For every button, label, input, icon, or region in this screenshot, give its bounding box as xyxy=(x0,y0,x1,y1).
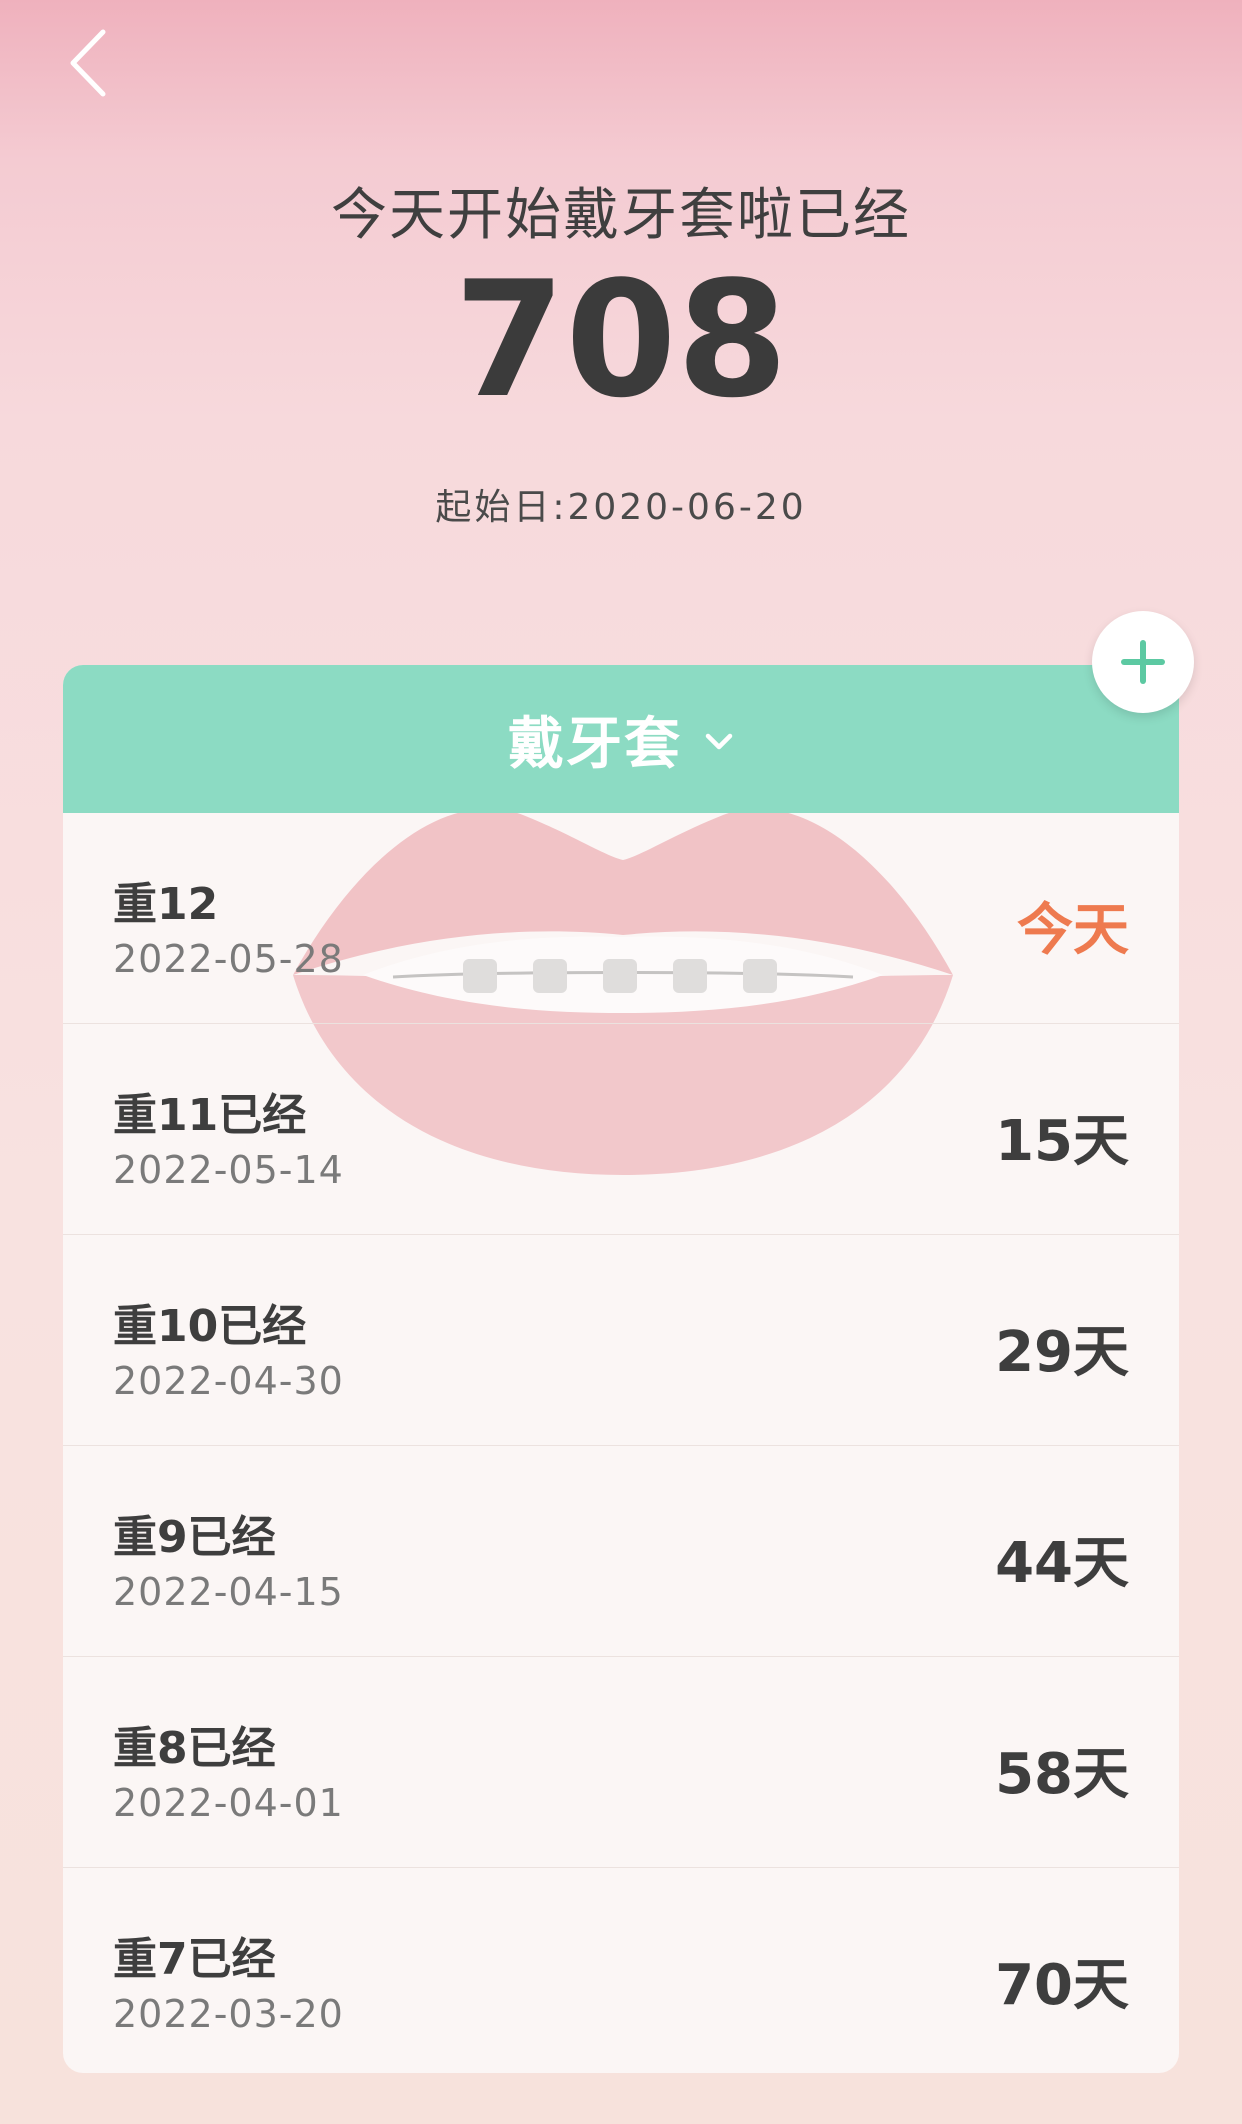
row-title: 重11已经 xyxy=(113,1090,307,1141)
list-item[interactable]: 重10已经 2022-04-30 29天 xyxy=(63,1235,1179,1446)
chevron-left-icon xyxy=(70,29,106,97)
category-label: 戴牙套 xyxy=(508,711,682,777)
plus-icon xyxy=(1121,640,1165,684)
row-days: 44天 xyxy=(995,1531,1129,1596)
row-title: 重7已经 xyxy=(113,1934,276,1985)
category-dropdown[interactable]: 戴牙套 xyxy=(63,665,1179,813)
list-item[interactable]: 重12 2022-05-28 今天 xyxy=(63,813,1179,1024)
chevron-down-icon xyxy=(705,733,733,750)
records-list: 重12 2022-05-28 今天 重11已经 2022-05-14 15天 重… xyxy=(63,813,1179,2073)
row-date: 2022-04-01 xyxy=(113,1781,344,1825)
row-title: 重9已经 xyxy=(113,1512,276,1563)
row-date: 2022-03-20 xyxy=(113,1992,344,2036)
back-button[interactable] xyxy=(52,28,122,98)
row-days: 15天 xyxy=(995,1109,1129,1174)
row-title: 重8已经 xyxy=(113,1723,276,1774)
row-date: 2022-04-15 xyxy=(113,1570,344,1614)
add-button[interactable] xyxy=(1092,611,1194,713)
list-item[interactable]: 重11已经 2022-05-14 15天 xyxy=(63,1024,1179,1235)
row-date: 2022-04-30 xyxy=(113,1359,344,1403)
row-date: 2022-05-14 xyxy=(113,1148,344,1192)
row-days: 今天 xyxy=(1017,898,1129,963)
row-title: 重12 xyxy=(113,879,219,930)
row-date: 2022-05-28 xyxy=(113,937,344,981)
list-item[interactable]: 重9已经 2022-04-15 44天 xyxy=(63,1446,1179,1657)
list-item[interactable]: 重8已经 2022-04-01 58天 xyxy=(63,1657,1179,1868)
row-title: 重10已经 xyxy=(113,1301,307,1352)
day-count: 708 xyxy=(454,246,788,433)
list-item[interactable]: 重7已经 2022-03-20 70天 xyxy=(63,1868,1179,2073)
start-date: 起始日:2020-06-20 xyxy=(435,487,807,528)
page-title: 今天开始戴牙套啦已经 xyxy=(331,183,911,248)
row-days: 70天 xyxy=(995,1953,1129,2018)
row-days: 58天 xyxy=(995,1742,1129,1807)
row-days: 29天 xyxy=(995,1320,1129,1385)
records-card: 戴牙套 重12 2022-05-28 今天 重11已经 2022-05-14 1… xyxy=(63,665,1179,2073)
